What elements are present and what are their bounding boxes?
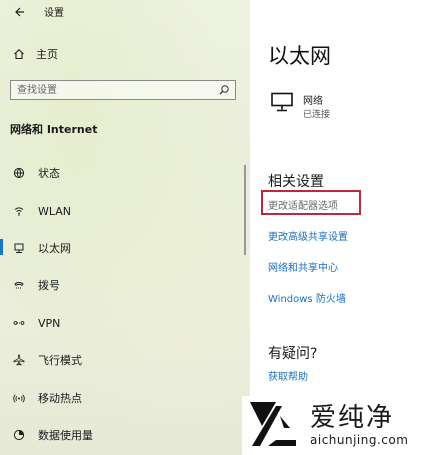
sidebar-item-label: 数据使用量	[38, 429, 93, 442]
data-usage-icon	[12, 428, 26, 442]
search-input[interactable]	[17, 83, 213, 97]
globe-icon	[12, 166, 26, 180]
network-sharing-center-link[interactable]: 网络和共享中心	[268, 259, 338, 274]
hotspot-icon	[12, 391, 26, 405]
highlight-box	[261, 190, 361, 215]
sidebar-item-airplane-mode[interactable]: 飞行模式	[12, 352, 82, 368]
sidebar-item-mobile-hotspot[interactable]: 移动热点	[12, 390, 82, 406]
sidebar-item-status[interactable]: 状态	[12, 165, 60, 181]
windows-firewall-link[interactable]: Windows 防火墙	[268, 290, 346, 305]
vpn-icon	[12, 316, 26, 330]
get-help-link[interactable]: 获取帮助	[268, 368, 308, 383]
search-box[interactable]	[10, 80, 236, 100]
sidebar-item-label: 飞行模式	[38, 354, 82, 367]
sidebar-scrollbar[interactable]	[244, 165, 246, 255]
advanced-sharing-settings-link[interactable]: 更改高级共享设置	[268, 228, 348, 243]
sidebar-item-ethernet[interactable]: 以太网	[0, 239, 71, 256]
window-title: 设置	[44, 8, 64, 19]
ethernet-icon	[12, 241, 26, 255]
sidebar-item-label: 拨号	[38, 279, 60, 292]
sidebar-item-vpn[interactable]: VPN	[12, 316, 60, 330]
section-title: 网络和 Internet	[10, 123, 98, 136]
dialup-icon	[12, 278, 26, 292]
sidebar-item-label: 移动热点	[38, 392, 82, 405]
network-monitor-icon	[270, 92, 294, 116]
sidebar-item-label: VPN	[38, 316, 61, 330]
sidebar-item-label: 状态	[38, 167, 60, 180]
watermark: 爱纯净 aichunjing.com	[242, 396, 434, 455]
home-icon	[12, 47, 26, 61]
related-settings-heading: 相关设置	[268, 174, 324, 190]
sidebar-item-dialup[interactable]: 拨号	[12, 277, 60, 293]
search-icon[interactable]	[217, 83, 231, 97]
sidebar-item-home[interactable]: 主页	[12, 46, 58, 62]
back-button[interactable]: 设置	[12, 4, 64, 19]
help-heading: 有疑问?	[268, 346, 318, 362]
watermark-logo-icon	[246, 398, 302, 454]
sidebar-item-label: WLAN	[38, 204, 72, 218]
watermark-url: aichunjing.com	[310, 432, 409, 447]
sidebar-item-wlan[interactable]: WLAN	[12, 204, 71, 218]
network-name[interactable]: 网络	[303, 92, 323, 107]
wifi-icon	[12, 204, 26, 218]
sidebar-item-data-usage[interactable]: 数据使用量	[12, 427, 93, 443]
sidebar-item-label: 以太网	[38, 242, 71, 255]
airplane-icon	[12, 353, 26, 367]
back-arrow-icon	[12, 5, 26, 19]
sidebar: 设置 主页 网络和 Internet 状态 WLAN 以太网	[0, 0, 250, 455]
sidebar-item-label: 主页	[36, 48, 58, 61]
watermark-name: 爱纯净	[310, 402, 395, 433]
page-title: 以太网	[268, 44, 331, 68]
network-status: 已连接	[303, 110, 331, 120]
